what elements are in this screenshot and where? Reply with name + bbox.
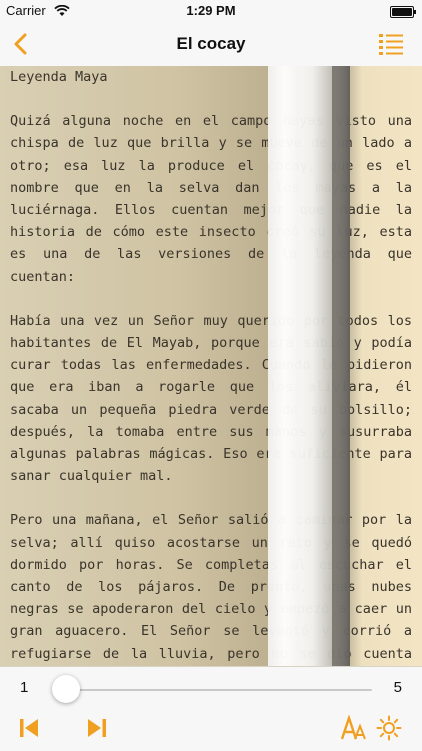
page-slider[interactable] [52,675,372,703]
page-curl-shadow [332,66,362,666]
reader-toolbar: 1 5 [0,666,422,751]
book-page[interactable]: Leyenda Maya Quizá alguna noche en el ca… [0,66,422,666]
first-page-icon[interactable] [16,715,42,741]
clock: 1:29 PM [186,3,236,18]
slider-max-label: 5 [393,679,402,696]
book-title: El cocay [176,34,246,53]
battery-icon [390,6,416,18]
slider-min-label: 1 [20,679,29,696]
slider-thumb[interactable] [52,675,80,703]
brightness-icon[interactable] [376,715,402,741]
table-of-contents-icon[interactable] [378,31,404,57]
navigation-bar: El cocay [0,22,422,67]
font-size-icon[interactable] [340,714,366,741]
status-bar: Carrier 1:29 PM [0,0,422,22]
next-page-icon[interactable] [84,715,110,741]
